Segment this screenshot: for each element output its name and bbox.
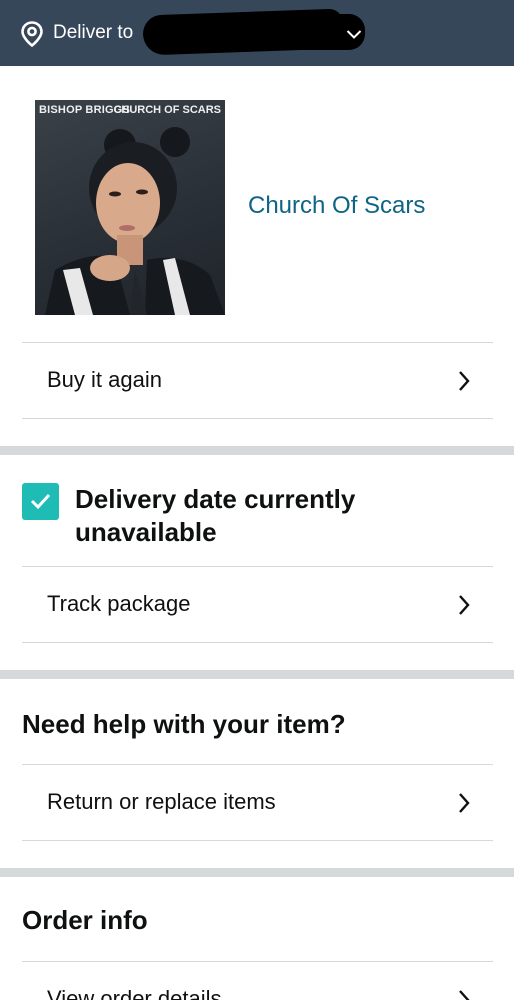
chevron-right-icon [459, 371, 470, 391]
deliver-to-label[interactable]: Deliver to [53, 22, 133, 44]
view-order-details-row[interactable]: View order details [22, 961, 493, 1000]
delivery-status-checkbox [22, 483, 59, 520]
chevron-right-icon [459, 595, 470, 615]
track-package-label: Track package [47, 591, 191, 616]
track-package-row[interactable]: Track package [22, 566, 493, 643]
buy-it-again-label: Buy it again [47, 367, 162, 392]
return-replace-row[interactable]: Return or replace items [22, 764, 493, 841]
section-divider [0, 446, 514, 455]
check-icon [30, 493, 51, 509]
top-bar: Deliver to [0, 0, 514, 66]
chevron-right-icon [459, 990, 470, 1000]
order-info-heading: Order info [22, 905, 148, 935]
section-divider [0, 670, 514, 679]
section-divider [0, 868, 514, 877]
chevron-down-icon[interactable] [346, 28, 362, 40]
buy-it-again-row[interactable]: Buy it again [22, 342, 493, 419]
product-title-link[interactable]: Church Of Scars [248, 192, 425, 220]
album-cover-portrait [45, 127, 225, 315]
return-replace-label: Return or replace items [47, 789, 276, 814]
album-cover-image[interactable]: BISHOP BRIGGS CHURCH OF SCARS [35, 100, 225, 315]
help-heading: Need help with your item? [22, 709, 346, 739]
view-order-details-label: View order details [47, 986, 222, 1000]
album-title-text: CHURCH OF SCARS [113, 104, 221, 116]
chevron-right-icon [459, 793, 470, 813]
location-pin-icon [21, 21, 43, 47]
delivery-status-text: Delivery date currently unavailable [75, 484, 356, 547]
